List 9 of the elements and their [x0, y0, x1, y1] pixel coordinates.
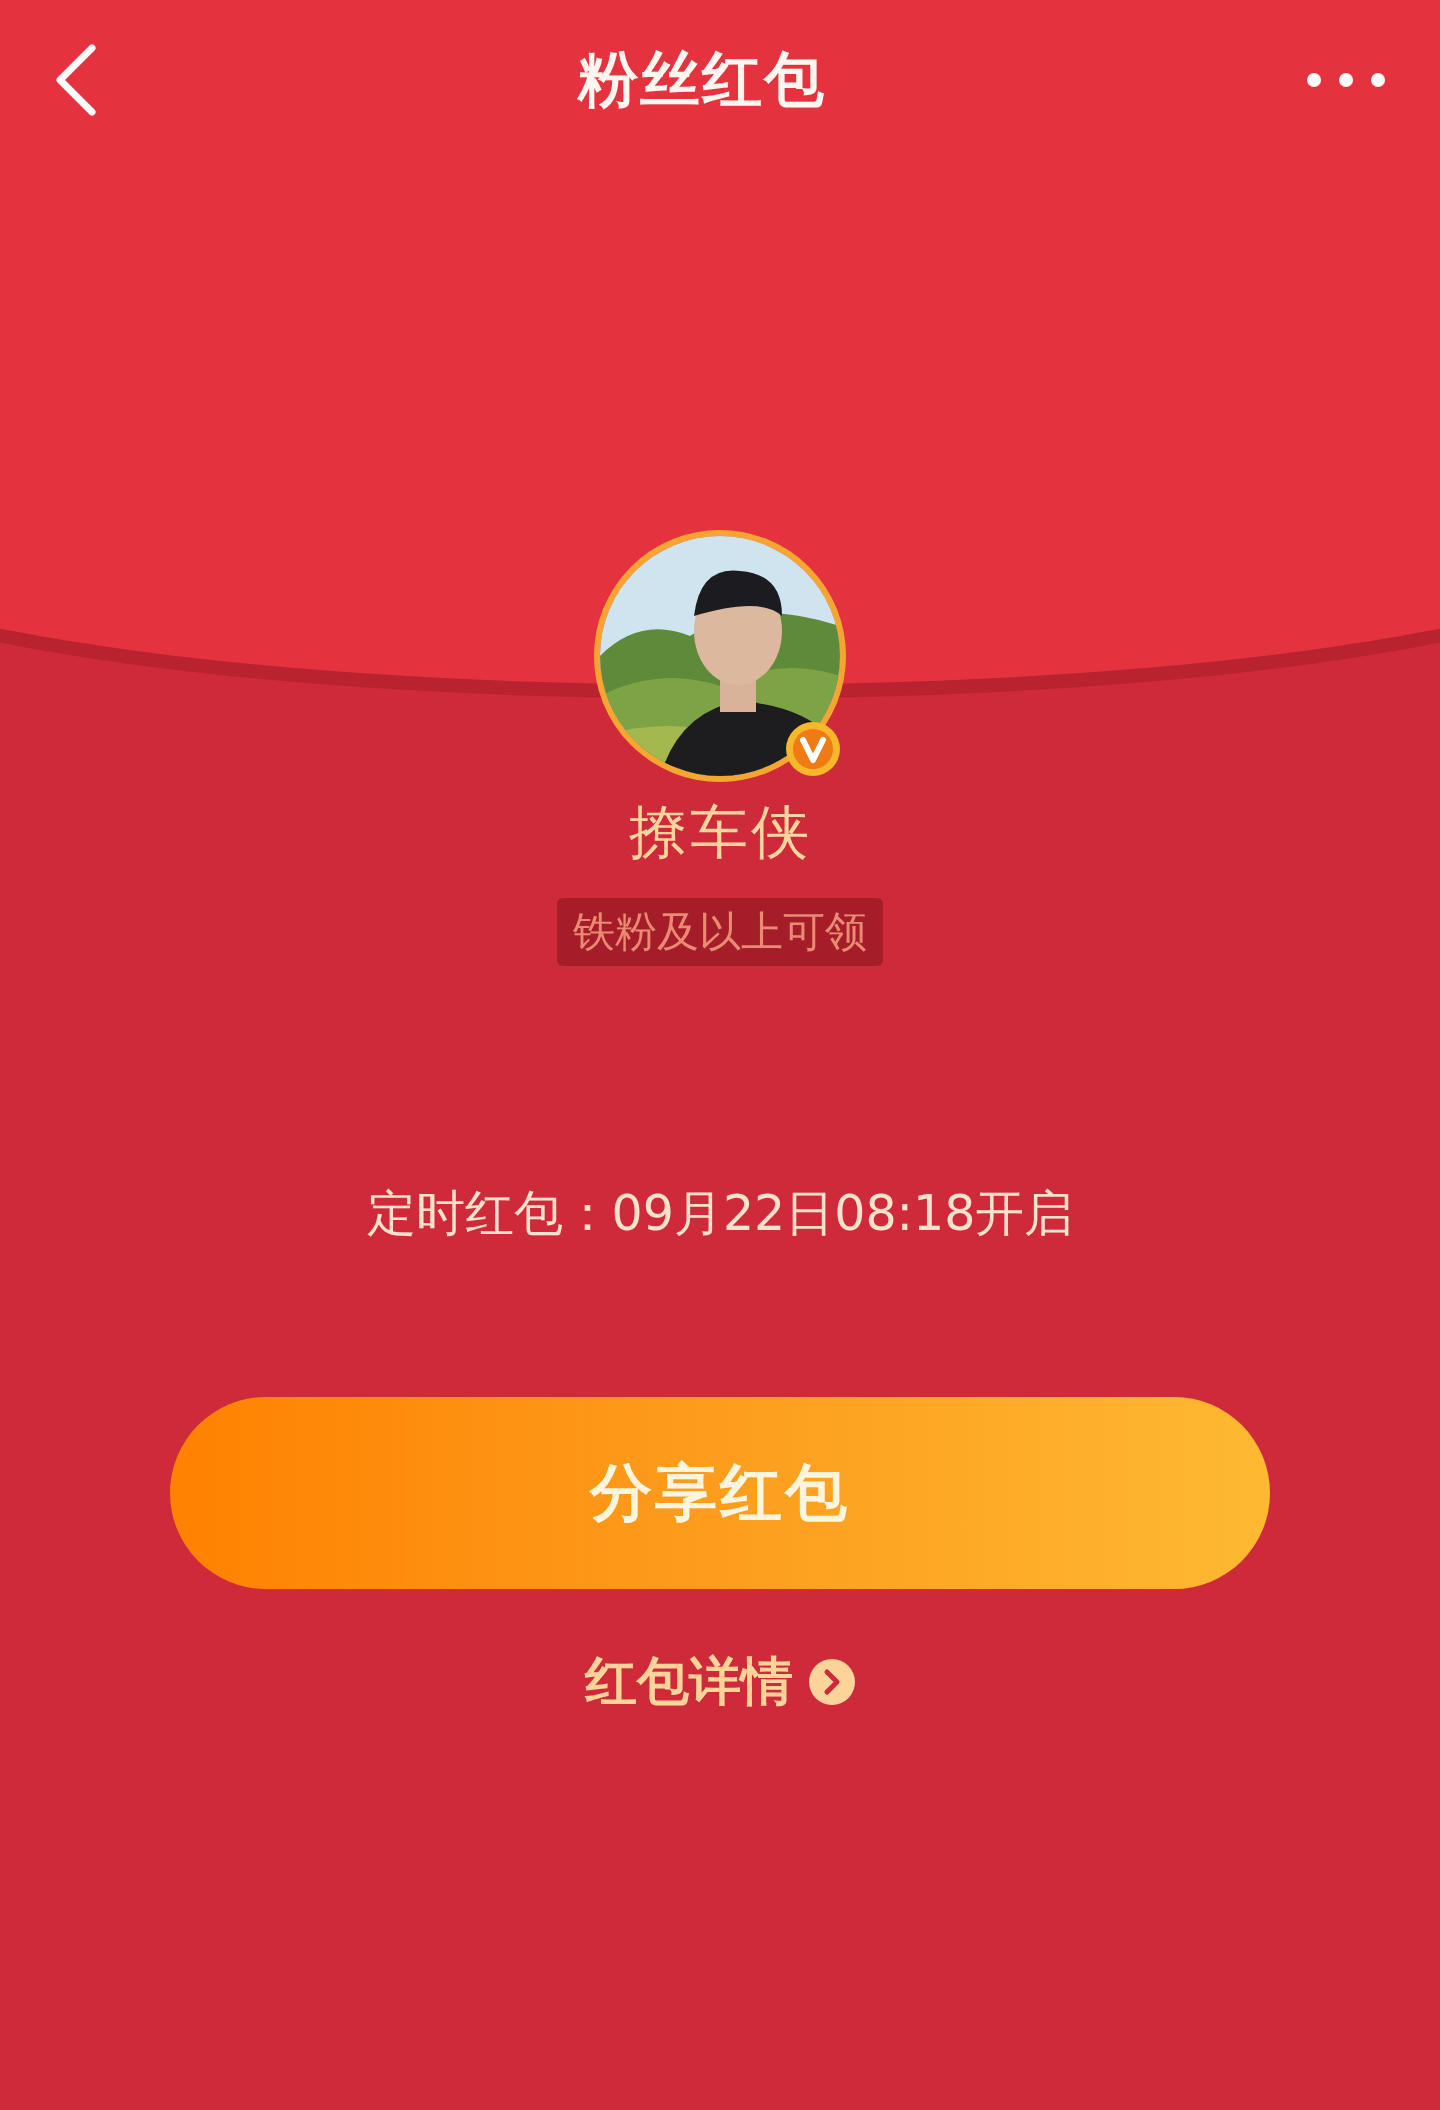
eligibility-tag: 铁粉及以上可领: [557, 898, 883, 966]
sender-name: 撩车侠: [628, 797, 812, 868]
page-title: 粉丝红包: [578, 42, 826, 116]
schedule-text: 定时红包：09月22日08:18开启: [366, 1184, 1074, 1244]
chevron-icon: [809, 1659, 855, 1705]
share-button[interactable]: 分享红包: [170, 1397, 1270, 1589]
back-icon: [54, 44, 98, 116]
details-link[interactable]: 红包详情: [585, 1647, 855, 1717]
more-icon: [1306, 72, 1386, 88]
